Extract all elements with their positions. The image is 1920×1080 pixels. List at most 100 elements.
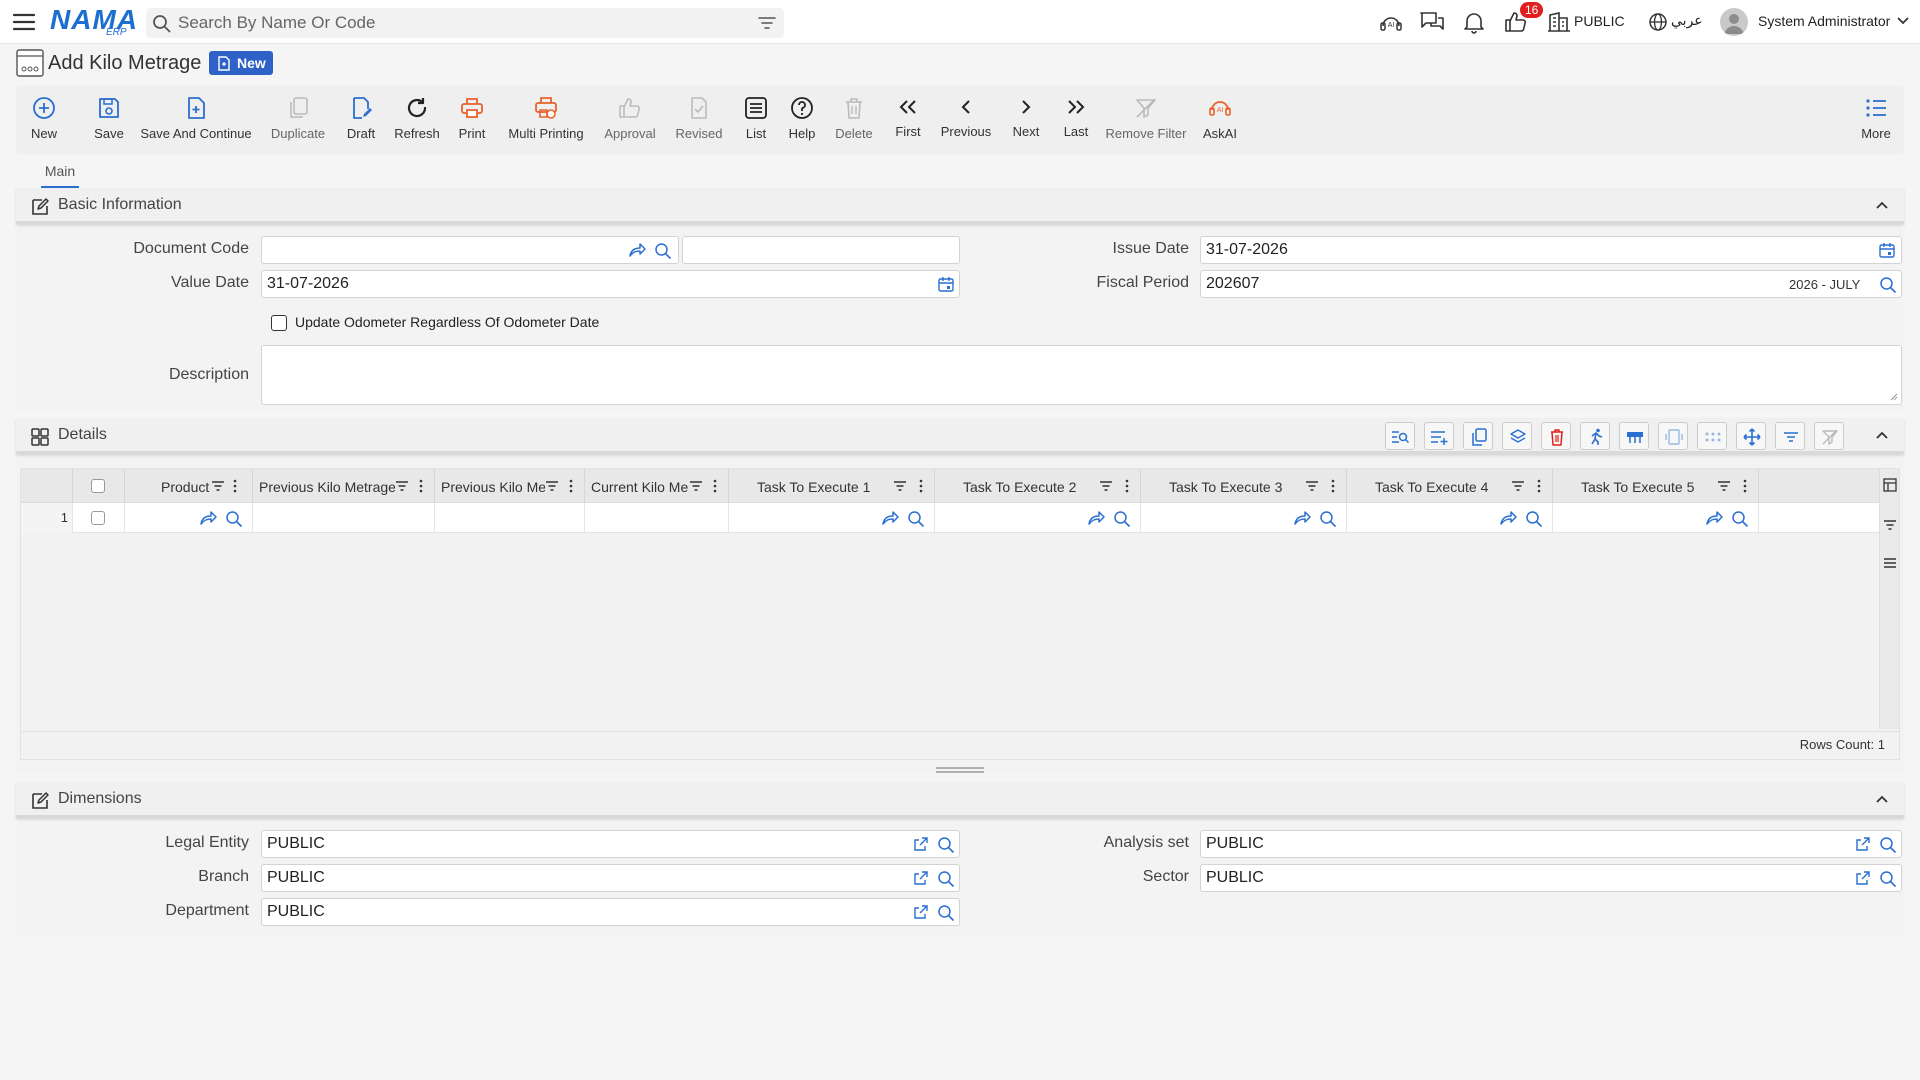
print-button[interactable]: Print [444, 86, 500, 154]
share-arrow-icon[interactable] [199, 510, 217, 526]
column-filter-icon[interactable] [395, 480, 409, 492]
lookup-search-icon[interactable] [937, 836, 955, 854]
chat-icon[interactable] [1419, 10, 1445, 34]
column-menu-icon[interactable] [713, 479, 717, 493]
share-arrow-icon[interactable] [628, 242, 646, 258]
fiscal-period-field[interactable]: 202607 2026 - JULY [1200, 270, 1902, 298]
update-odometer-checkbox[interactable] [271, 315, 287, 331]
column-filter-icon[interactable] [1305, 480, 1319, 492]
calendar-icon[interactable] [1879, 242, 1895, 258]
collapse-chevron-up-icon[interactable] [1874, 427, 1890, 443]
analysis-set-field[interactable]: PUBLIC [1200, 830, 1902, 858]
ai-assistant-icon[interactable]: AI [1378, 10, 1404, 34]
column-filter-icon[interactable] [1717, 480, 1731, 492]
column-filter-icon[interactable] [1099, 480, 1113, 492]
column-menu-icon[interactable] [233, 479, 237, 493]
previous-kilo-metrage-cell[interactable] [253, 503, 435, 533]
column-filter-icon[interactable] [893, 480, 907, 492]
basic-information-header[interactable]: Basic Information [16, 188, 1904, 224]
search-filter-icon[interactable] [758, 15, 776, 31]
sector-field[interactable]: PUBLIC [1200, 864, 1902, 892]
company-label[interactable]: PUBLIC [1574, 13, 1625, 29]
rows-panel-icon[interactable] [1883, 557, 1897, 569]
add-row-button[interactable] [1424, 422, 1454, 450]
column-menu-icon[interactable] [919, 479, 923, 493]
details-header[interactable]: Details [16, 418, 1904, 454]
remove-filter-button[interactable]: Remove Filter [1094, 86, 1198, 154]
task-2-cell[interactable] [935, 503, 1141, 533]
clear-filter-button[interactable] [1814, 422, 1844, 450]
column-menu-icon[interactable] [1743, 479, 1747, 493]
lookup-search-icon[interactable] [937, 904, 955, 922]
column-header-task-5[interactable]: Task To Execute 5 [1553, 469, 1759, 503]
column-menu-icon[interactable] [419, 479, 423, 493]
open-external-icon[interactable] [913, 870, 929, 886]
grid-search-button[interactable] [1385, 422, 1415, 450]
more-button[interactable]: More [1852, 86, 1900, 154]
document-code-name-field[interactable] [682, 236, 960, 264]
calendar-icon[interactable] [938, 276, 954, 292]
document-code-field[interactable] [261, 236, 679, 264]
lookup-search-icon[interactable] [1879, 870, 1897, 888]
department-field[interactable]: PUBLIC [261, 898, 960, 926]
share-arrow-icon[interactable] [1087, 510, 1105, 526]
run-action-button[interactable] [1580, 422, 1610, 450]
chevron-down-icon[interactable] [1896, 14, 1910, 28]
column-header-product[interactable]: Product [125, 469, 253, 503]
column-menu-icon[interactable] [1125, 479, 1129, 493]
lookup-search-icon[interactable] [1525, 510, 1543, 528]
user-name[interactable]: System Administrator [1758, 13, 1890, 29]
column-filter-icon[interactable] [1511, 480, 1525, 492]
filter-panel-icon[interactable] [1883, 519, 1897, 531]
column-menu-icon[interactable] [569, 479, 573, 493]
task-3-cell[interactable] [1141, 503, 1347, 533]
share-arrow-icon[interactable] [1499, 510, 1517, 526]
task-1-cell[interactable] [729, 503, 935, 533]
column-header-previous-kilo-me[interactable]: Previous Kilo Me [435, 469, 585, 503]
grid-dots-button[interactable] [1697, 422, 1727, 450]
value-date-field[interactable]: 31-07-2026 [261, 270, 960, 298]
dimensions-header[interactable]: Dimensions [16, 782, 1904, 818]
move-button[interactable] [1736, 422, 1766, 450]
column-header-task-4[interactable]: Task To Execute 4 [1347, 469, 1553, 503]
row-checkbox[interactable] [91, 511, 105, 525]
column-header-task-3[interactable]: Task To Execute 3 [1141, 469, 1347, 503]
lookup-search-icon[interactable] [654, 242, 672, 260]
previous-button[interactable]: Previous [928, 86, 1004, 154]
lookup-search-icon[interactable] [907, 510, 925, 528]
collapse-chevron-up-icon[interactable] [1874, 197, 1890, 213]
filter-button[interactable] [1775, 422, 1805, 450]
hamburger-menu-icon[interactable] [12, 11, 36, 33]
task-5-cell[interactable] [1553, 503, 1759, 533]
approval-button[interactable]: Approval [588, 86, 672, 154]
refresh-button[interactable]: Refresh [382, 86, 452, 154]
company-building-icon[interactable] [1546, 10, 1572, 34]
column-header-task-1[interactable]: Task To Execute 1 [729, 469, 935, 503]
share-arrow-icon[interactable] [1705, 510, 1723, 526]
askai-button[interactable]: AI AskAI [1188, 86, 1252, 154]
previous-kilo-me-cell[interactable] [435, 503, 585, 533]
delete-row-button[interactable] [1541, 422, 1571, 450]
avatar[interactable] [1720, 8, 1748, 36]
current-kilo-me-cell[interactable] [585, 503, 729, 533]
open-external-icon[interactable] [1855, 870, 1871, 886]
column-filter-icon[interactable] [689, 480, 703, 492]
description-textarea[interactable] [261, 345, 1902, 405]
new-button[interactable]: New [18, 86, 70, 154]
share-arrow-icon[interactable] [881, 510, 899, 526]
resize-grip-icon[interactable] [1890, 393, 1898, 401]
tab-main[interactable]: Main [41, 160, 79, 188]
lookup-search-icon[interactable] [937, 870, 955, 888]
task-4-cell[interactable] [1347, 503, 1553, 533]
lookup-search-icon[interactable] [225, 510, 243, 528]
table-row[interactable]: 1 [21, 503, 1881, 533]
open-external-icon[interactable] [1855, 836, 1871, 852]
column-filter-icon[interactable] [545, 480, 559, 492]
table-settings-button[interactable] [1619, 422, 1649, 450]
issue-date-field[interactable]: 31-07-2026 [1200, 236, 1902, 264]
lookup-search-icon[interactable] [1319, 510, 1337, 528]
delete-button[interactable]: Delete [822, 86, 886, 154]
column-header-current-kilo-me[interactable]: Current Kilo Me [585, 469, 729, 503]
column-header-previous-kilo-metrage[interactable]: Previous Kilo Metrage [253, 469, 435, 503]
copy-row-button[interactable] [1463, 422, 1493, 450]
